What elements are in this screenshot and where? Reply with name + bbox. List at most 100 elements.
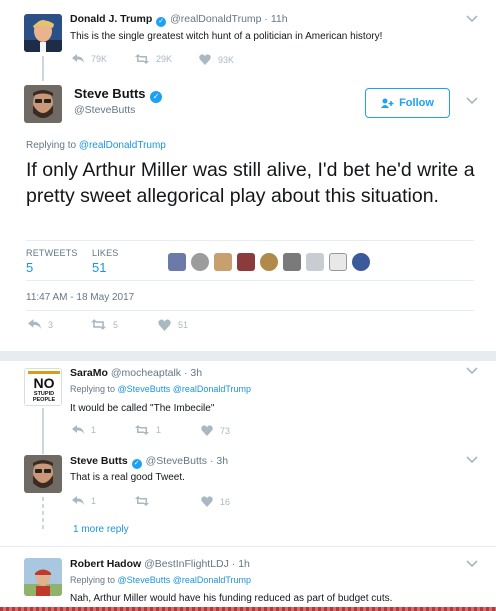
- liker-avatar[interactable]: [168, 253, 186, 271]
- tweet-time[interactable]: 1h: [238, 558, 250, 570]
- author-handle[interactable]: @SteveButts: [74, 104, 135, 116]
- retweet-button[interactable]: 1: [135, 425, 161, 435]
- trump-avatar[interactable]: [24, 14, 62, 52]
- retweet-icon: [135, 496, 149, 506]
- retweet-button[interactable]: 5: [91, 319, 118, 330]
- reply-button[interactable]: 79K: [72, 54, 107, 64]
- divider: [26, 240, 474, 241]
- bottom-border: [0, 607, 496, 611]
- thread-line: [42, 56, 44, 81]
- tweet-text: Nah, Arthur Miller would have his fundin…: [70, 593, 393, 604]
- replying-prefix: Replying to: [70, 575, 116, 585]
- like-count: 51: [178, 320, 189, 330]
- main-tweet-text: If only Arthur Miller was still alive, I…: [26, 159, 475, 207]
- retweet-button[interactable]: 29K: [135, 54, 172, 64]
- reply-button[interactable]: 1: [72, 425, 96, 435]
- reply-count: 1: [91, 496, 97, 506]
- liker-avatar[interactable]: [237, 253, 255, 271]
- retweet-count: 29K: [156, 54, 173, 64]
- retweets-value[interactable]: 5: [26, 260, 33, 275]
- liker-avatar[interactable]: [260, 253, 278, 271]
- follow-label: Follow: [399, 97, 434, 109]
- heart-icon: [201, 425, 213, 436]
- avatar-text: PEOPLE: [33, 397, 56, 403]
- divider: [26, 310, 474, 311]
- thread-dots: [42, 497, 44, 532]
- like-button[interactable]: 93K: [199, 54, 234, 65]
- retweet-count: 1: [156, 425, 162, 435]
- follow-button[interactable]: Follow: [365, 88, 450, 118]
- like-count: 93K: [218, 54, 235, 65]
- tweet-timestamp[interactable]: 11:47 AM - 18 May 2017: [26, 292, 134, 303]
- robert-hadow-avatar[interactable]: [24, 558, 62, 596]
- reply-icon: [72, 496, 84, 505]
- saramo-avatar[interactable]: NO STUPID PEOPLE: [24, 368, 62, 406]
- main-tweet-header: Steve Butts ✓: [74, 86, 163, 103]
- steve-butts-avatar[interactable]: [24, 85, 62, 123]
- tweet-time[interactable]: 11h: [271, 13, 288, 25]
- retweet-button[interactable]: [135, 496, 156, 506]
- reply-icon: [28, 319, 41, 329]
- author-name[interactable]: SaraMo: [70, 367, 108, 379]
- chevron-down-icon[interactable]: [466, 560, 478, 568]
- author-handle[interactable]: @SteveButts: [146, 455, 207, 467]
- liker-avatar[interactable]: [306, 253, 324, 271]
- replying-to-link[interactable]: @realDonaldTrump: [79, 140, 166, 151]
- liker-avatar[interactable]: [214, 253, 232, 271]
- liker-avatar[interactable]: [329, 253, 347, 271]
- likes-value[interactable]: 51: [92, 260, 106, 275]
- tweet-header: Robert Hadow @BestInFlightLDJ · 1h: [70, 558, 250, 570]
- replying-to: Replying to @realDonaldTrump: [26, 140, 166, 151]
- separator: ·: [183, 367, 188, 379]
- tweet-text: It would be called "The Imbecile": [70, 403, 215, 414]
- like-button[interactable]: 73: [201, 425, 230, 436]
- author-name[interactable]: Donald J. Trump: [70, 13, 152, 25]
- heart-icon: [201, 496, 213, 507]
- replying-to: Replying to @SteveButts @realDonaldTrump: [70, 575, 251, 585]
- tweet-time[interactable]: 3h: [190, 367, 202, 379]
- separator: ·: [209, 455, 214, 467]
- author-name[interactable]: Robert Hadow: [70, 558, 141, 570]
- liker-avatar[interactable]: [283, 253, 301, 271]
- divider: [26, 280, 474, 281]
- thread-line: [42, 408, 44, 454]
- add-user-icon: [381, 98, 394, 108]
- tweet-header: Donald J. Trump ✓ @realDonaldTrump · 11h: [70, 13, 288, 27]
- author-handle[interactable]: @realDonaldTrump: [170, 13, 261, 25]
- reply-count: 79K: [91, 54, 108, 64]
- reply-button[interactable]: 3: [28, 319, 53, 330]
- liker-avatar[interactable]: [191, 253, 209, 271]
- replying-prefix: Replying to: [70, 384, 116, 394]
- liker-avatar[interactable]: [352, 253, 370, 271]
- steve-butts-avatar[interactable]: [24, 455, 62, 493]
- reply-count: 3: [48, 319, 54, 330]
- author-handle[interactable]: @mocheaptalk: [111, 367, 181, 379]
- reply-button[interactable]: 1: [72, 496, 96, 506]
- chevron-down-icon[interactable]: [466, 15, 478, 23]
- more-replies-link[interactable]: 1 more reply: [73, 524, 129, 535]
- retweet-icon: [135, 54, 149, 64]
- replying-to-link[interactable]: @SteveButts @realDonaldTrump: [118, 384, 252, 394]
- verified-badge-icon: ✓: [150, 91, 163, 103]
- author-name[interactable]: Steve Butts: [74, 86, 146, 101]
- tweet-header: SaraMo @mocheaptalk · 3h: [70, 367, 202, 379]
- heart-icon: [199, 54, 211, 65]
- like-button[interactable]: 51: [158, 319, 188, 331]
- divider: [0, 546, 496, 547]
- chevron-down-icon[interactable]: [466, 97, 478, 105]
- separator: ·: [231, 558, 236, 570]
- chevron-down-icon[interactable]: [466, 367, 478, 375]
- main-tweet-handle-row: @SteveButts: [74, 104, 135, 116]
- author-handle[interactable]: @BestInFlightLDJ: [144, 558, 229, 570]
- tweet-text: This is the single greatest witch hunt o…: [70, 31, 383, 42]
- author-name[interactable]: Steve Butts: [70, 455, 128, 467]
- tweet-time[interactable]: 3h: [216, 455, 228, 467]
- replying-to-link[interactable]: @SteveButts @realDonaldTrump: [118, 575, 252, 585]
- like-button[interactable]: 16: [201, 496, 230, 507]
- chevron-down-icon[interactable]: [466, 456, 478, 464]
- tweet-header: Steve Butts ✓ @SteveButts · 3h: [70, 455, 228, 469]
- like-count: 16: [220, 496, 231, 507]
- like-count: 73: [220, 425, 231, 436]
- heart-icon: [158, 319, 171, 331]
- retweet-count: 5: [113, 319, 119, 330]
